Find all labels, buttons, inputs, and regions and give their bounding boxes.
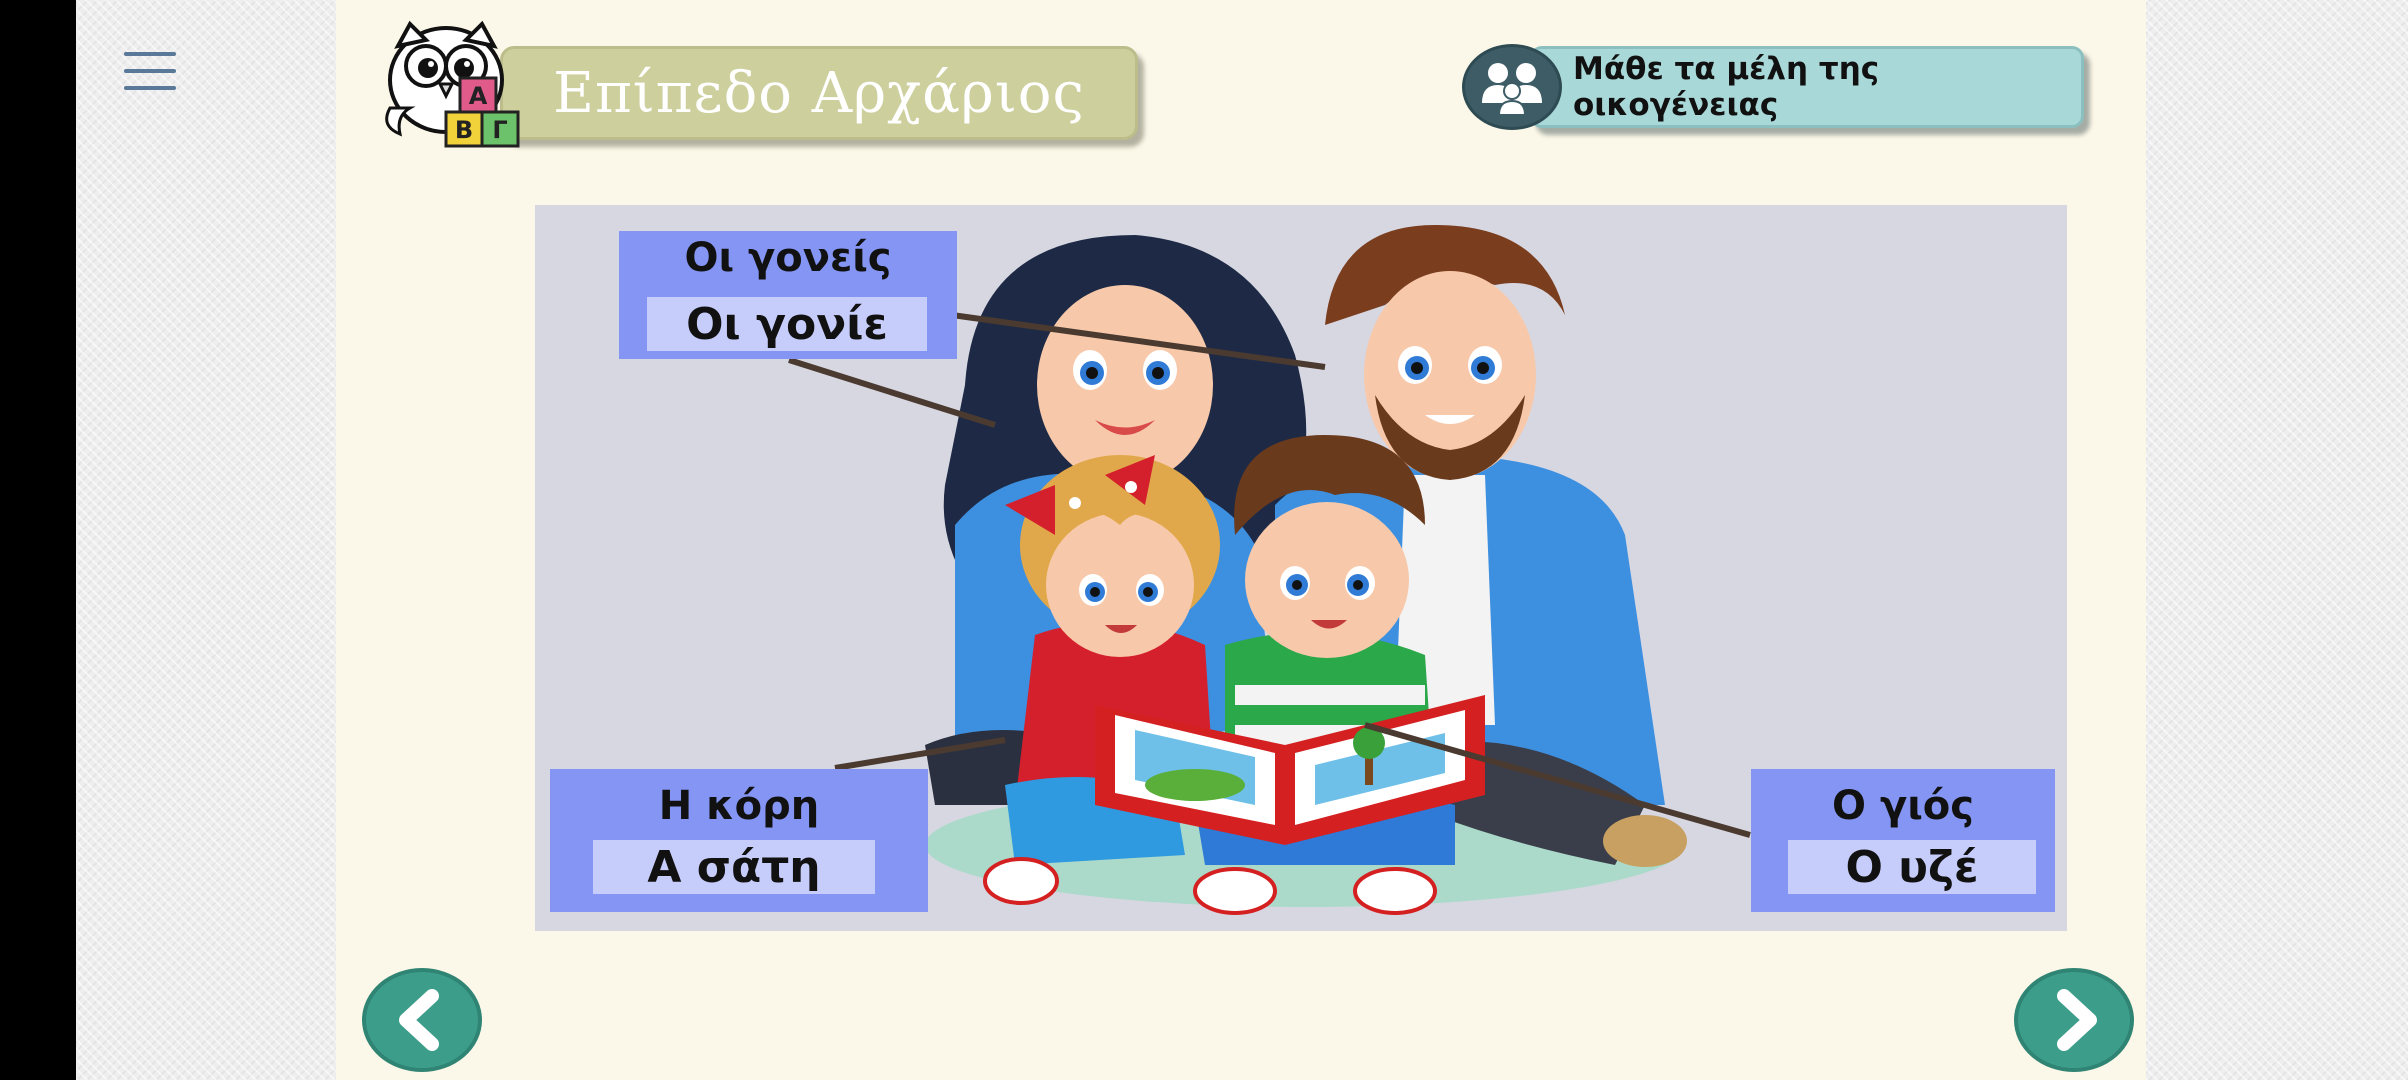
right-background <box>2146 0 2408 1080</box>
family-illustration: Οι γονείς Οι γονίε Η κόρη Α σάτη Ο γιός … <box>535 205 2067 931</box>
chevron-right-icon <box>2057 989 2097 1051</box>
label-daughter: Η κόρη Α σάτη <box>550 769 928 912</box>
owl-logo: Α Β Γ <box>376 16 536 152</box>
label-daughter-title: Η κόρη <box>658 783 820 829</box>
learn-family-members-label: Μάθε τα μέλη της οικογένειας <box>1573 51 1880 123</box>
label-parents-title: Οι γονείς <box>684 235 892 281</box>
family-group-icon[interactable] <box>1462 44 1562 130</box>
logo-letter-beta: Β <box>455 116 473 144</box>
label-parents: Οι γονείς Οι γονίε <box>619 231 957 359</box>
left-black-bar <box>0 0 76 1080</box>
label-parents-scrambled[interactable]: Οι γονίε <box>647 297 927 351</box>
logo-letter-gamma: Γ <box>492 116 507 144</box>
next-button[interactable] <box>2014 968 2134 1072</box>
label-son-title: Ο γιός <box>1832 783 1974 829</box>
logo-letter-alpha: Α <box>469 82 488 110</box>
learn-family-members-button[interactable]: Μάθε τα μέλη της οικογένειας <box>1530 46 2084 128</box>
label-son-scrambled[interactable]: Ο υζέ <box>1788 840 2036 894</box>
label-daughter-scrambled[interactable]: Α σάτη <box>593 840 875 894</box>
level-title-badge: Επίπεδο Αρχάριος <box>500 46 1138 140</box>
chevron-left-icon <box>399 989 439 1051</box>
previous-button[interactable] <box>362 968 482 1072</box>
level-title: Επίπεδο Αρχάριος <box>553 60 1085 126</box>
left-background <box>76 0 336 1080</box>
label-son: Ο γιός Ο υζέ <box>1751 769 2055 912</box>
hamburger-menu-icon[interactable] <box>124 52 176 94</box>
